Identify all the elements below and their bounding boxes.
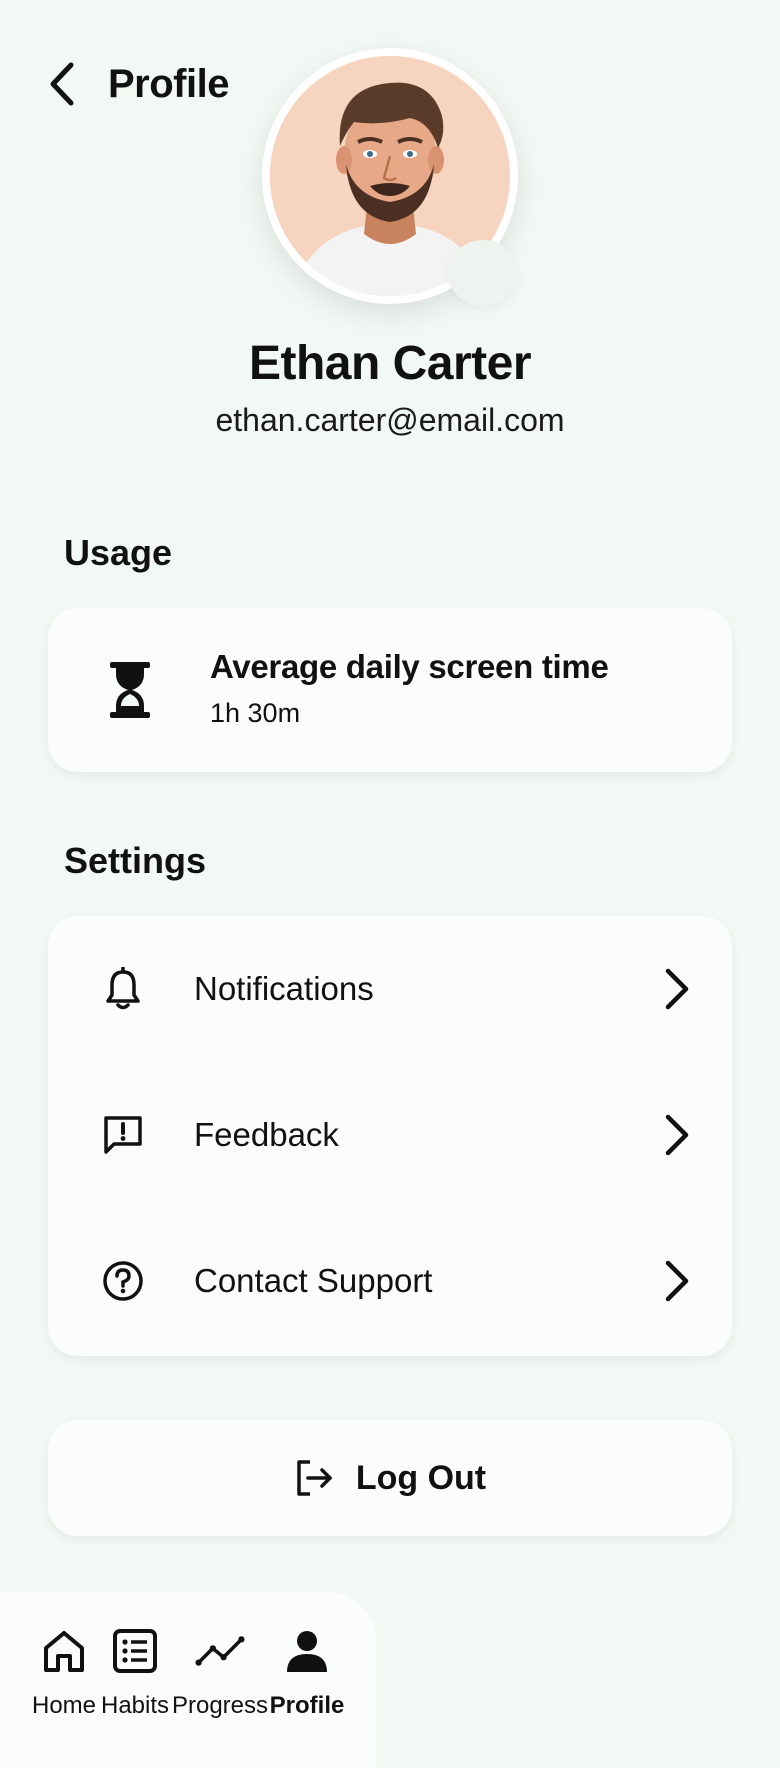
nav-item-habits[interactable]: Habits — [98, 1592, 172, 1768]
logout-button[interactable]: Log Out — [48, 1420, 732, 1536]
person-icon — [287, 1631, 327, 1672]
bell-icon — [106, 967, 140, 1010]
user-name: Ethan Carter — [248, 337, 532, 390]
usage-value: 1h 30m — [210, 698, 301, 728]
profile-screen: Profile Ethan Carter ethan.carter@email.… — [0, 0, 780, 1768]
settings-section-title: Settings — [64, 840, 207, 881]
nav-item-home[interactable]: Home — [26, 1592, 102, 1768]
nav-item-label: Progress — [171, 1692, 269, 1719]
trend-icon — [195, 1636, 245, 1666]
hourglass-icon — [110, 662, 150, 718]
page-title: Profile — [108, 62, 229, 106]
nav-item-label: Home — [31, 1692, 97, 1719]
list-icon — [113, 1629, 157, 1673]
settings-item-label: Contact Support — [194, 1262, 433, 1299]
chevron-right-icon — [665, 1260, 689, 1302]
nav-item-progress[interactable]: Progress — [172, 1592, 268, 1768]
settings-item-label: Feedback — [194, 1116, 339, 1153]
nav-item-label: Habits — [100, 1692, 170, 1719]
chevron-right-icon — [665, 1114, 689, 1156]
chevron-right-icon — [665, 968, 689, 1010]
logout-icon — [297, 1460, 332, 1496]
usage-label: Average daily screen time — [210, 648, 609, 685]
home-icon — [44, 1631, 84, 1672]
help-circle-icon — [103, 1261, 143, 1301]
settings-item-notifications[interactable]: Notifications — [48, 916, 732, 1062]
settings-item-feedback[interactable]: Feedback — [48, 1062, 732, 1208]
user-email: ethan.carter@email.com — [215, 402, 565, 438]
bottom-nav: Home Habits Progress Profile — [0, 1592, 376, 1768]
settings-item-contact-support[interactable]: Contact Support — [48, 1208, 732, 1354]
feedback-icon — [104, 1116, 142, 1154]
back-button[interactable] — [40, 56, 84, 112]
usage-section-title: Usage — [64, 532, 173, 573]
nav-item-profile[interactable]: Profile — [268, 1592, 346, 1768]
chevron-left-icon — [50, 62, 74, 106]
logout-label: Log Out — [355, 1458, 487, 1497]
settings-item-label: Notifications — [194, 970, 374, 1007]
nav-item-label: Profile — [269, 1692, 345, 1719]
avatar-edit-button[interactable] — [448, 240, 518, 306]
